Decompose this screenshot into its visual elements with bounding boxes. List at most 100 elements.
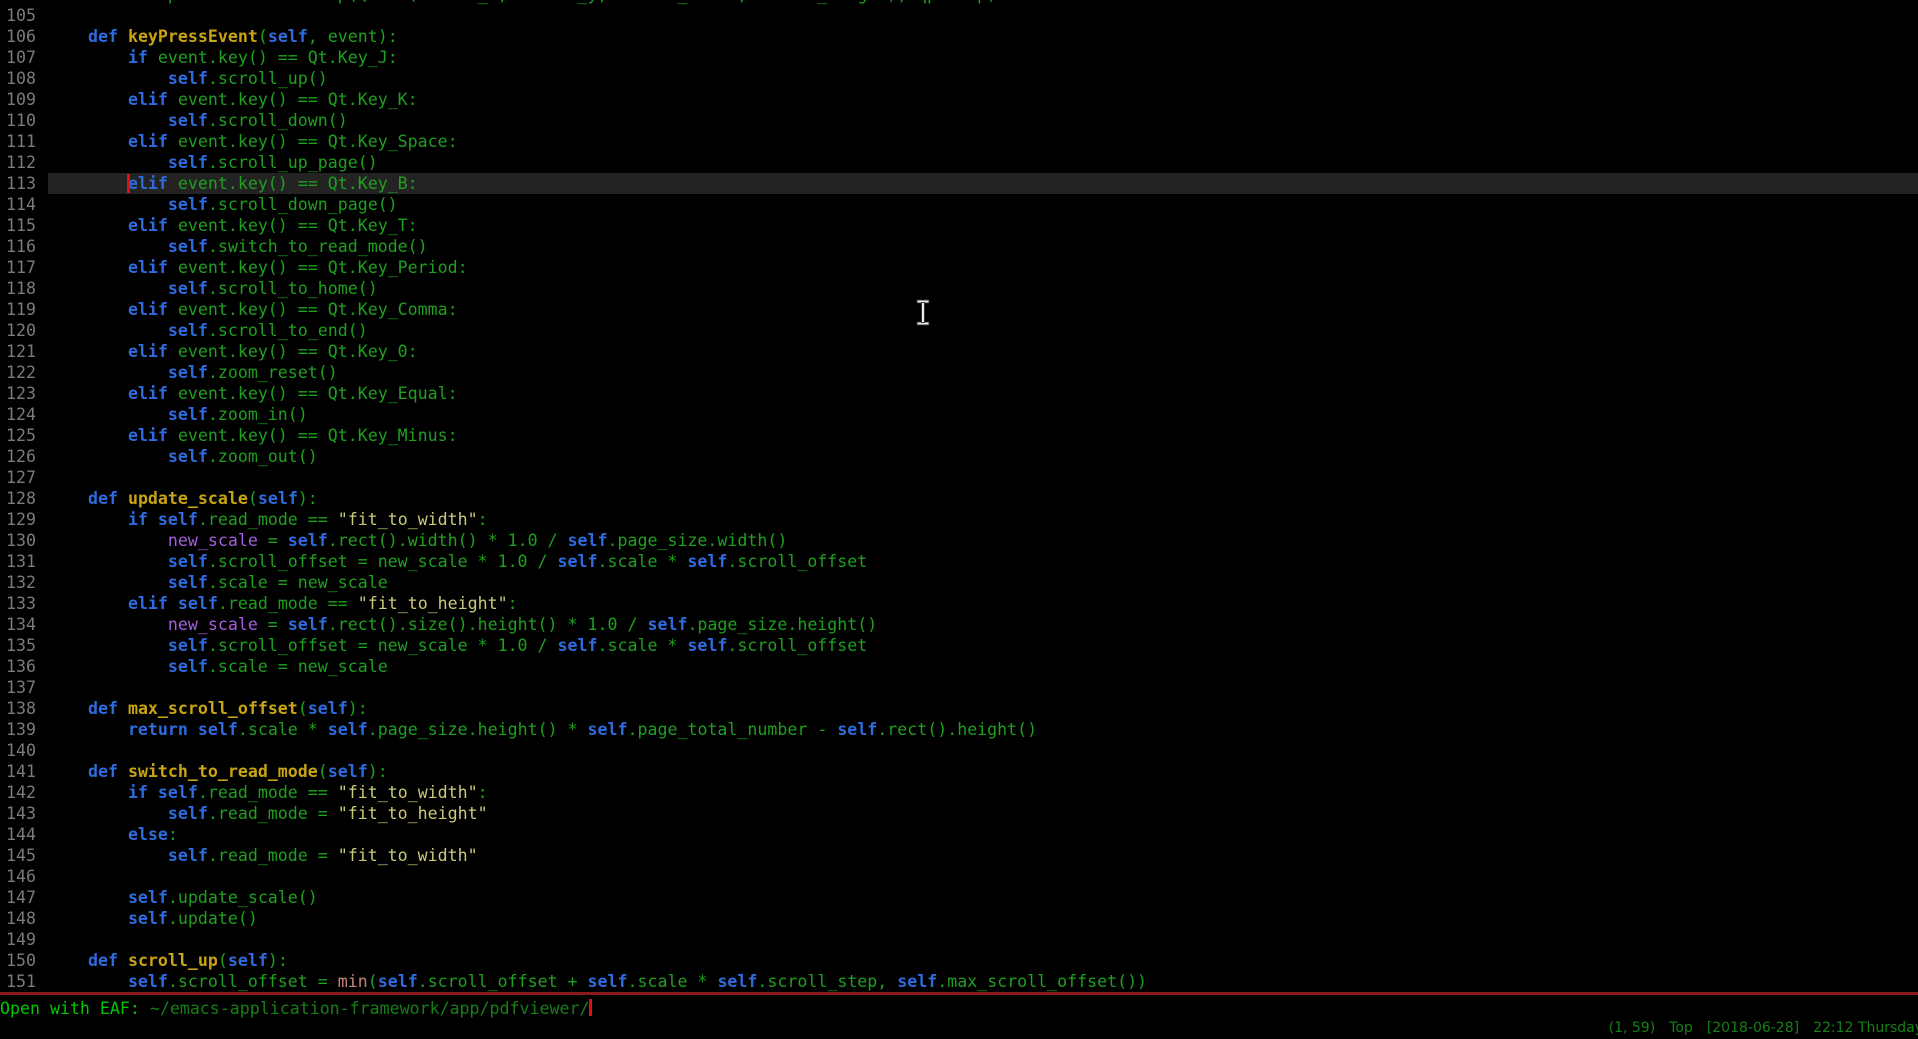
code-line: 147 self.update_scale() — [0, 887, 1918, 908]
code-text: def keyPressEvent(self, event): — [48, 26, 1918, 47]
line-number: 144 — [0, 824, 36, 845]
code-buffer[interactable]: 104 painter.drawPixmap(QRect(render_x, r… — [0, 0, 1918, 992]
line-number: 134 — [0, 614, 36, 635]
code-text: self.scroll_offset = new_scale * 1.0 / s… — [48, 635, 1918, 656]
code-text — [48, 467, 1918, 488]
code-text — [48, 677, 1918, 698]
line-number: 138 — [0, 698, 36, 719]
line-number: 110 — [0, 110, 36, 131]
line-number: 131 — [0, 551, 36, 572]
code-text: def switch_to_read_mode(self): — [48, 761, 1918, 782]
line-number: 139 — [0, 719, 36, 740]
line-number: 126 — [0, 446, 36, 467]
code-text: self.zoom_in() — [48, 404, 1918, 425]
line-number: 105 — [0, 5, 36, 26]
code-line: 136 self.scale = new_scale — [0, 656, 1918, 677]
line-number: 122 — [0, 362, 36, 383]
code-text: else: — [48, 824, 1918, 845]
line-number: 111 — [0, 131, 36, 152]
code-text: self.scroll_offset = min(self.scroll_off… — [48, 971, 1918, 992]
code-line: 106 def keyPressEvent(self, event): — [0, 26, 1918, 47]
code-line: 114 self.scroll_down_page() — [0, 194, 1918, 215]
code-text: elif self.read_mode == "fit_to_height": — [48, 593, 1918, 614]
code-line: 115 elif event.key() == Qt.Key_T: — [0, 215, 1918, 236]
line-number: 123 — [0, 383, 36, 404]
code-text: if self.read_mode == "fit_to_width": — [48, 782, 1918, 803]
line-number: 108 — [0, 68, 36, 89]
code-text: self.zoom_out() — [48, 446, 1918, 467]
code-line: 145 self.read_mode = "fit_to_width" — [0, 845, 1918, 866]
line-number: 151 — [0, 971, 36, 992]
code-text: self.scale = new_scale — [48, 572, 1918, 593]
line-number: 124 — [0, 404, 36, 425]
line-number: 143 — [0, 803, 36, 824]
code-line: 116 self.switch_to_read_mode() — [0, 236, 1918, 257]
code-line: 113 elif event.key() == Qt.Key_B: — [0, 173, 1918, 194]
code-line: 105 — [0, 5, 1918, 26]
code-line: 151 self.scroll_offset = min(self.scroll… — [0, 971, 1918, 992]
code-text: elif event.key() == Qt.Key_T: — [48, 215, 1918, 236]
line-number: 116 — [0, 236, 36, 257]
code-text: elif event.key() == Qt.Key_B: — [48, 173, 1918, 194]
code-line: 139 return self.scale * self.page_size.h… — [0, 719, 1918, 740]
line-number: 133 — [0, 593, 36, 614]
code-text: new_scale = self.rect().size().height() … — [48, 614, 1918, 635]
line-number: 119 — [0, 299, 36, 320]
code-text: self.scroll_down() — [48, 110, 1918, 131]
line-number: 120 — [0, 320, 36, 341]
line-number: 130 — [0, 530, 36, 551]
line-number: 117 — [0, 257, 36, 278]
code-text: elif event.key() == Qt.Key_Space: — [48, 131, 1918, 152]
code-line: 132 self.scale = new_scale — [0, 572, 1918, 593]
code-text: if event.key() == Qt.Key_J: — [48, 47, 1918, 68]
code-text: def update_scale(self): — [48, 488, 1918, 509]
line-number: 142 — [0, 782, 36, 803]
code-line: 133 elif self.read_mode == "fit_to_heigh… — [0, 593, 1918, 614]
code-line: 129 if self.read_mode == "fit_to_width": — [0, 509, 1918, 530]
line-number: 125 — [0, 425, 36, 446]
code-text — [48, 929, 1918, 950]
line-number: 128 — [0, 488, 36, 509]
code-line: 134 new_scale = self.rect().size().heigh… — [0, 614, 1918, 635]
code-line: 117 elif event.key() == Qt.Key_Period: — [0, 257, 1918, 278]
line-number: 141 — [0, 761, 36, 782]
code-line: 135 self.scroll_offset = new_scale * 1.0… — [0, 635, 1918, 656]
code-line: 146 — [0, 866, 1918, 887]
code-text: elif event.key() == Qt.Key_0: — [48, 341, 1918, 362]
code-line: 125 elif event.key() == Qt.Key_Minus: — [0, 425, 1918, 446]
line-number: 137 — [0, 677, 36, 698]
code-line: 142 if self.read_mode == "fit_to_width": — [0, 782, 1918, 803]
line-number: 148 — [0, 908, 36, 929]
text-cursor — [127, 174, 130, 193]
minibuffer-cursor — [589, 999, 592, 1016]
code-line: 150 def scroll_up(self): — [0, 950, 1918, 971]
code-text: if self.read_mode == "fit_to_width": — [48, 509, 1918, 530]
code-line: 124 self.zoom_in() — [0, 404, 1918, 425]
code-text: self.read_mode = "fit_to_width" — [48, 845, 1918, 866]
code-line: 121 elif event.key() == Qt.Key_0: — [0, 341, 1918, 362]
date: [2018-06-28] — [1707, 1020, 1799, 1036]
code-text: self.scale = new_scale — [48, 656, 1918, 677]
code-text: elif event.key() == Qt.Key_Equal: — [48, 383, 1918, 404]
mouse-ibeam-cursor — [916, 299, 930, 326]
code-line: 148 self.update() — [0, 908, 1918, 929]
line-number: 147 — [0, 887, 36, 908]
line-number: 136 — [0, 656, 36, 677]
code-text: self.scroll_down_page() — [48, 194, 1918, 215]
code-line: 128 def update_scale(self): — [0, 488, 1918, 509]
code-text: new_scale = self.rect().width() * 1.0 / … — [48, 530, 1918, 551]
code-text: elif event.key() == Qt.Key_Period: — [48, 257, 1918, 278]
minibuffer[interactable]: Open with EAF: ~/emacs-application-frame… — [0, 998, 1918, 1019]
code-text — [48, 866, 1918, 887]
code-line: 111 elif event.key() == Qt.Key_Space: — [0, 131, 1918, 152]
line-number: 140 — [0, 740, 36, 761]
code-line: 109 elif event.key() == Qt.Key_K: — [0, 89, 1918, 110]
code-line: 140 — [0, 740, 1918, 761]
code-line: 126 self.zoom_out() — [0, 446, 1918, 467]
minibuffer-input[interactable]: ~/emacs-application-framework/app/pdfvie… — [150, 999, 590, 1018]
code-text: elif event.key() == Qt.Key_Minus: — [48, 425, 1918, 446]
code-line: 122 self.zoom_reset() — [0, 362, 1918, 383]
line-number: 118 — [0, 278, 36, 299]
status-tray: (1, 59)Top[2018-06-28]22:12 Thursday — [1609, 1018, 1918, 1039]
code-text: def scroll_up(self): — [48, 950, 1918, 971]
